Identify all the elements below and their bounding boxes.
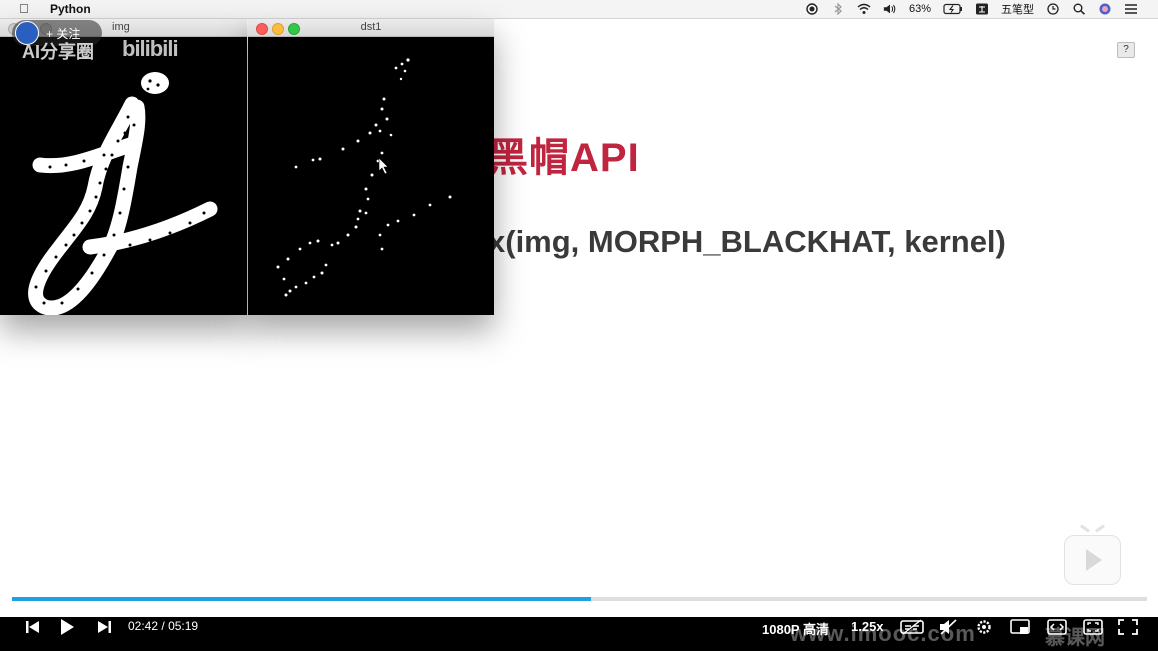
- wifi-icon[interactable]: [857, 3, 871, 15]
- input-method-label[interactable]: 五笔型: [1001, 1, 1034, 17]
- input-method-icon[interactable]: [975, 3, 989, 15]
- search-icon[interactable]: [1072, 3, 1086, 15]
- previous-icon[interactable]: [24, 619, 42, 635]
- next-icon[interactable]: [95, 619, 113, 635]
- fullscreen-icon[interactable]: [1118, 619, 1138, 635]
- settings-icon[interactable]: [975, 619, 993, 635]
- close-icon[interactable]: [256, 23, 268, 35]
- menu-bar:  Python 63% 五笔型: [0, 0, 1158, 19]
- volume-icon[interactable]: [883, 3, 897, 15]
- battery-icon[interactable]: [943, 3, 963, 15]
- window-title: dst1: [360, 21, 382, 33]
- zoom-icon[interactable]: [288, 23, 300, 35]
- status-area: 63% 五笔型: [805, 0, 1138, 18]
- mute-icon[interactable]: [938, 619, 958, 635]
- dst1-window-titlebar[interactable]: dst1: [248, 19, 494, 37]
- progress-fill: [12, 597, 591, 601]
- play-icon[interactable]: [57, 618, 77, 636]
- window-title: img: [112, 21, 130, 33]
- apple-icon[interactable]: : [19, 1, 29, 16]
- slide-code-line: x(img, MORPH_BLACKHAT, kernel): [488, 224, 1006, 259]
- widescreen-icon[interactable]: [1047, 619, 1067, 635]
- duration: 05:19: [168, 619, 199, 633]
- user-icon[interactable]: [1098, 3, 1112, 15]
- list-icon[interactable]: [1124, 3, 1138, 15]
- speed-button[interactable]: 1.25x: [851, 619, 884, 634]
- progress-bar[interactable]: [12, 597, 1147, 601]
- app-name-menu[interactable]: Python: [50, 2, 91, 16]
- bilibili-logo: bilibili: [122, 36, 179, 61]
- img-canvas: [0, 37, 247, 315]
- play-icon: [1086, 549, 1102, 571]
- battery-percent: 63%: [908, 3, 931, 15]
- current-time: 02:42: [128, 619, 159, 633]
- clock-icon[interactable]: [1046, 3, 1060, 15]
- picture-in-picture-icon[interactable]: [1010, 619, 1030, 635]
- web-fullscreen-icon[interactable]: [1083, 619, 1103, 635]
- record-icon[interactable]: [805, 3, 819, 15]
- help-badge[interactable]: ?: [1117, 42, 1135, 58]
- time-separator: /: [161, 619, 165, 633]
- quality-button[interactable]: 1080P 高清: [762, 619, 829, 638]
- channel-watermark: AI分享圈: [22, 42, 94, 62]
- subtitle-icon[interactable]: [900, 619, 924, 635]
- bluetooth-icon[interactable]: [831, 3, 845, 15]
- time-display: 02:42 / 05:19: [128, 619, 198, 633]
- replay-tv-icon[interactable]: [1064, 535, 1121, 585]
- dst1-window[interactable]: dst1: [248, 19, 494, 315]
- slide-title: 黑帽API: [488, 136, 640, 180]
- dst1-canvas: [248, 37, 494, 315]
- minimize-icon[interactable]: [272, 23, 284, 35]
